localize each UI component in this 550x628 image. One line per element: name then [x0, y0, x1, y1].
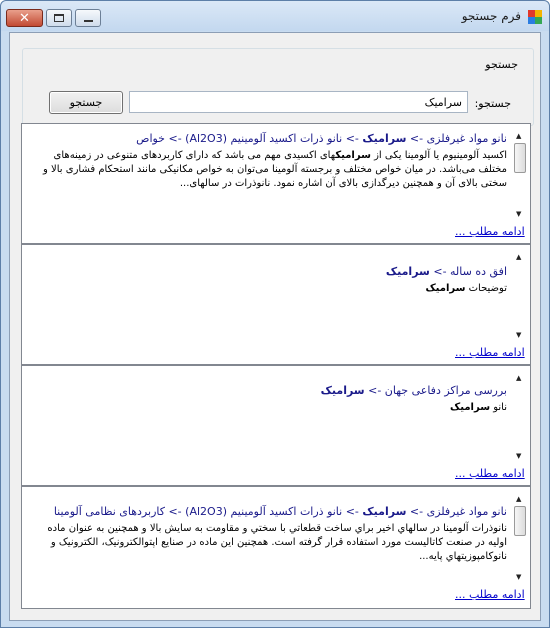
result-content: نانو مواد غیرفلزی -> سرامیک -> نانو ذرات… [32, 124, 507, 220]
title-bar[interactable]: ✕ فرم جستجو [1, 1, 549, 31]
results-panel[interactable]: نانو مواد غیرفلزی -> سرامیک -> نانو ذرات… [21, 123, 531, 609]
result-scrollbar[interactable]: ▲ ▼ [513, 249, 527, 345]
result-description: توضیحات سرامیک [32, 282, 507, 296]
result-content: بررسی مراکز دفاعی جهان -> سرامیک نانو سر… [32, 366, 507, 462]
result-scrollbar[interactable]: ▲ ▼ [513, 370, 527, 466]
read-more-link[interactable]: ادامه مطلب ... [455, 346, 525, 359]
result-description: اکسید آلومینیوم یا آلومینا یکی از سرامیک… [32, 149, 507, 191]
scroll-up-icon[interactable]: ▲ [516, 253, 521, 261]
result-path-keyword: سرامیک [362, 505, 407, 518]
search-input[interactable] [129, 91, 468, 113]
scroll-up-icon[interactable]: ▲ [516, 374, 521, 382]
search-group-label: جستجو [482, 58, 521, 71]
result-path-prefix: افق ده ساله -> [429, 265, 507, 278]
result-item: بررسی مراکز دفاعی جهان -> سرامیک نانو سر… [22, 366, 530, 487]
scroll-down-icon[interactable]: ▼ [516, 331, 521, 339]
result-desc-keyword: سرامیک [335, 150, 371, 161]
result-desc-prefix: اکسید آلومینیوم یا آلومینا یکی از [370, 150, 507, 161]
result-path[interactable]: نانو مواد غیرفلزی -> سرامیک -> نانو ذرات… [32, 130, 507, 147]
result-path-prefix: نانو مواد غیرفلزی -> [406, 132, 507, 145]
scroll-thumb[interactable] [514, 143, 526, 173]
result-path-suffix: -> نانو ذرات اکسید آلومینیم (Al2O3) -> ک… [53, 505, 363, 518]
result-item: افق ده ساله -> سرامیک توضیحات سرامیک ▲ ▼… [22, 245, 530, 366]
read-more-link[interactable]: ادامه مطلب ... [455, 467, 525, 480]
result-path[interactable]: افق ده ساله -> سرامیک [32, 263, 507, 280]
result-path-prefix: بررسی مراکز دفاعی جهان -> [364, 384, 507, 397]
result-path-keyword: سرامیک [362, 132, 407, 145]
result-path-keyword: سرامیک [385, 265, 430, 278]
form-client-area: جستجو جستجو: جستجو نانو مواد غیرفلزی -> … [9, 32, 541, 621]
scroll-down-icon[interactable]: ▼ [516, 452, 521, 460]
scroll-up-icon[interactable]: ▲ [516, 132, 521, 140]
result-desc-prefix: توضیحات [465, 283, 507, 294]
scroll-up-icon[interactable]: ▲ [516, 495, 521, 503]
result-content: نانو مواد غیرفلزی -> سرامیک -> نانو ذرات… [32, 487, 507, 583]
read-more-link[interactable]: ادامه مطلب ... [455, 225, 525, 238]
search-groupbox: جستجو جستجو: جستجو [22, 48, 534, 126]
scroll-down-icon[interactable]: ▼ [516, 210, 521, 218]
search-field-label: جستجو: [474, 97, 511, 110]
result-path-suffix: -> نانو ذرات اکسید آلومینیم (Al2O3) -> خ… [136, 132, 363, 145]
result-scrollbar[interactable]: ▲ ▼ [513, 128, 527, 224]
read-more-link[interactable]: ادامه مطلب ... [455, 588, 525, 601]
result-scrollbar[interactable]: ▲ ▼ [513, 491, 527, 587]
result-description: نانوذرات آلومینا در سالهاي اخیر براي ساخ… [32, 522, 507, 564]
close-icon: ✕ [19, 10, 30, 26]
result-item: نانو مواد غیرفلزی -> سرامیک -> نانو ذرات… [22, 487, 530, 608]
search-form-window: ✕ فرم جستجو جستجو جستجو: جستجو نانو مواد… [0, 0, 550, 628]
scroll-down-icon[interactable]: ▼ [516, 573, 521, 581]
result-path-prefix: نانو مواد غیرفلزی -> [406, 505, 507, 518]
minimize-icon [83, 19, 93, 22]
minimize-button[interactable] [75, 9, 101, 27]
result-desc-keyword: سرامیک [425, 283, 466, 294]
result-item: نانو مواد غیرفلزی -> سرامیک -> نانو ذرات… [22, 124, 530, 245]
result-description: نانو سرامیک [32, 401, 507, 415]
app-icon[interactable] [528, 10, 542, 24]
maximize-button[interactable] [46, 9, 72, 27]
search-button[interactable]: جستجو [49, 91, 123, 114]
result-content: افق ده ساله -> سرامیک توضیحات سرامیک [32, 245, 507, 341]
result-path[interactable]: بررسی مراکز دفاعی جهان -> سرامیک [32, 382, 507, 399]
result-path[interactable]: نانو مواد غیرفلزی -> سرامیک -> نانو ذرات… [32, 503, 507, 520]
close-button[interactable]: ✕ [6, 9, 43, 27]
result-desc-keyword: سرامیک [450, 402, 491, 413]
result-desc-prefix: نانو [490, 402, 507, 413]
window-title: فرم جستجو [461, 9, 521, 23]
scroll-thumb[interactable] [514, 506, 526, 536]
result-path-keyword: سرامیک [320, 384, 365, 397]
maximize-icon [54, 14, 64, 22]
result-desc-prefix: نانوذرات آلومینا در سالهاي اخیر براي ساخ… [47, 523, 507, 562]
